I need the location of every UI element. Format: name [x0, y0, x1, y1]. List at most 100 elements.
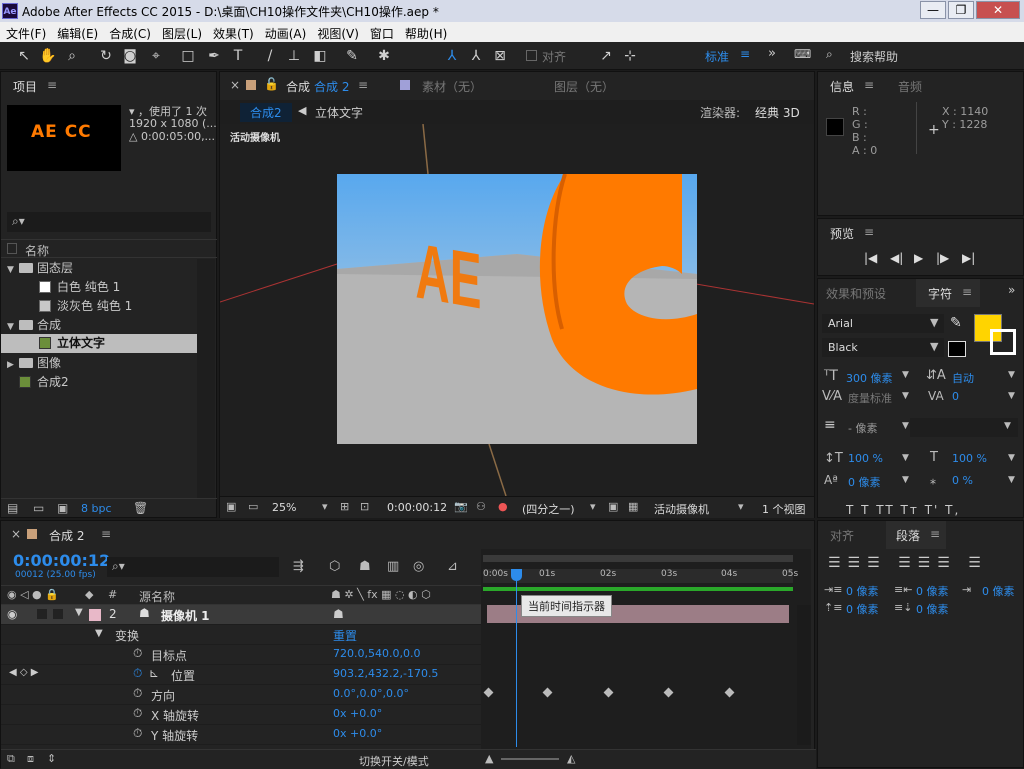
pen-tool-icon[interactable]: ✒ [204, 46, 224, 66]
property-value[interactable]: 0.0°,0.0°,0.0° [333, 687, 409, 700]
reset-link[interactable]: 重置 [333, 627, 357, 644]
current-time[interactable]: 0:00:00:12 [387, 501, 447, 514]
lock-switch[interactable] [53, 609, 63, 619]
work-area-bar[interactable] [483, 555, 793, 562]
audio-tab[interactable]: 音频 [898, 78, 922, 95]
project-item-white-solid[interactable]: 白色 纯色 1 [1, 278, 197, 297]
time-ruler[interactable]: 0:00s 01s 02s 03s 04s 05s [483, 569, 798, 583]
leading-value[interactable]: 自动 [952, 370, 974, 386]
left-indent-value[interactable]: 0 像素 [846, 583, 879, 599]
roto-brush-tool-icon[interactable]: ✎ [342, 46, 362, 66]
interpret-footage-icon[interactable]: ▤ [7, 501, 18, 515]
vertical-scale-value[interactable]: 100 % [848, 452, 883, 465]
paragraph-tab[interactable]: 段落 [896, 527, 920, 544]
puppet-tool-icon[interactable]: ✱ [374, 46, 394, 66]
resolution-dropdown-icon[interactable]: ▾ [590, 500, 596, 513]
graph-toggle-icon[interactable]: ⊾ [149, 666, 159, 680]
in-out-icon[interactable]: ⇕ [47, 752, 56, 765]
property-value[interactable]: 0x +0.0° [333, 707, 382, 720]
modes-icon[interactable]: ⧈ [27, 752, 34, 766]
monitor-icon[interactable]: ▭ [248, 500, 258, 513]
shy-switch-icon[interactable]: ☗ [333, 607, 344, 621]
layer-name[interactable]: 摄像机 1 [161, 607, 210, 624]
keyframe-diamond[interactable] [483, 687, 494, 698]
hand-tool-icon[interactable]: ✋ [38, 46, 58, 66]
timeline-tab[interactable]: 合成 2 [49, 527, 84, 544]
zoom-dropdown-icon[interactable]: ▾ [322, 500, 328, 513]
menu-window[interactable]: 窗口 [364, 22, 399, 42]
paragraph-menu-icon[interactable]: ≡ [930, 527, 940, 541]
next-frame-icon[interactable]: |▶ [936, 251, 949, 265]
pan-behind-tool-icon[interactable]: ⌖ [146, 46, 166, 66]
project-menu-icon[interactable]: ≡ [47, 78, 57, 92]
camera-tool-icon[interactable]: ◙ [120, 46, 140, 66]
kerning-value[interactable]: 度量标准 [848, 390, 892, 406]
project-item-comps-folder[interactable]: ▼ 合成 [1, 316, 197, 335]
comp-mini-flowchart-icon[interactable]: ⇶ [293, 559, 304, 574]
tracking-value[interactable]: 0 [952, 390, 959, 403]
first-line-indent-value[interactable]: 0 像素 [982, 583, 1015, 599]
close-tab-icon[interactable]: × [230, 78, 240, 92]
align-tab[interactable]: 对齐 [830, 527, 854, 544]
project-search-input[interactable]: ⌕▾ [7, 212, 211, 232]
menu-effect[interactable]: 效果(T) [207, 22, 259, 42]
layer-label-swatch[interactable] [89, 609, 101, 621]
property-value[interactable]: 0x +0.0° [333, 727, 382, 740]
brush-tool-icon[interactable]: / [260, 46, 280, 66]
dropdown-icon[interactable]: ▼ [1008, 453, 1015, 463]
menu-composition[interactable]: 合成(C) [103, 22, 156, 42]
keyframe-navigator-icons[interactable]: ◀ ◇ ▶ [9, 667, 38, 678]
property-value[interactable]: 720.0,540.0,0.0 [333, 647, 420, 660]
snapshot-icon[interactable]: 📷 [454, 500, 468, 513]
font-style-dropdown[interactable]: Black ▼ [822, 338, 944, 357]
stroke-style-dropdown[interactable]: ▼ [910, 418, 1018, 437]
selection-tool-icon[interactable]: ↖ [14, 46, 34, 66]
menu-file[interactable]: 文件(F) [0, 22, 51, 42]
workspace-label[interactable]: 标准 [705, 48, 729, 65]
region-of-interest-icon[interactable]: ▣ [608, 500, 618, 513]
first-frame-icon[interactable]: |◀ [864, 251, 877, 265]
space-after-value[interactable]: 0 像素 [916, 601, 949, 617]
text-tool-icon[interactable]: T [228, 46, 248, 66]
footage-tab[interactable]: 素材（无） [422, 78, 482, 95]
lock-icon[interactable]: 🔓 [264, 77, 279, 91]
stopwatch-icon[interactable]: ⏱ [133, 726, 142, 741]
dropdown-icon[interactable]: ▼ [1008, 391, 1015, 401]
layer-switches-icon[interactable]: ⧉ [7, 752, 15, 766]
preview-tab[interactable]: 预览 [830, 225, 854, 242]
property-row-x-rotation[interactable]: ⏱ X 轴旋转 0x +0.0° [1, 705, 481, 725]
font-family-dropdown[interactable]: Arial ▼ [822, 314, 944, 333]
project-scrollbar[interactable] [197, 259, 215, 499]
name-column-header[interactable]: 名称 [25, 242, 49, 259]
motion-blur-icon[interactable]: ◎ [413, 559, 424, 574]
align-checkbox[interactable] [526, 50, 537, 61]
workspace-menu-icon[interactable]: ≡ [740, 47, 750, 61]
minimize-button[interactable]: — [920, 1, 946, 19]
zoom-in-icon[interactable]: ◭ [567, 752, 575, 765]
property-row-position[interactable]: ◀ ◇ ▶ ⏱ ⊾ 位置 903.2,432.2,-170.5 [1, 665, 481, 685]
eraser-tool-icon[interactable]: ◧ [310, 46, 330, 66]
transparency-grid-icon[interactable]: ▦ [628, 500, 638, 513]
keyframe-diamond[interactable] [603, 687, 614, 698]
close-button[interactable]: ✕ [976, 1, 1020, 19]
dropdown-icon[interactable]: ▼ [902, 475, 909, 485]
transform-expand-arrow-icon[interactable]: ▼ [95, 628, 103, 639]
view-axis-icon[interactable]: ⊠ [490, 46, 510, 66]
comp-tab-prefix[interactable]: 合成 [286, 78, 310, 95]
dropdown-icon[interactable]: ▼ [902, 421, 909, 431]
comp-tab-name[interactable]: 合成 2 [314, 78, 349, 95]
new-folder-icon[interactable]: ▭ [33, 501, 44, 515]
mask-visibility-icon[interactable]: ⊡ [360, 500, 369, 513]
info-tab[interactable]: 信息 [830, 78, 854, 95]
property-value[interactable]: 903.2,432.2,-170.5 [333, 667, 438, 680]
prev-frame-icon[interactable]: ◀| [890, 251, 903, 265]
right-indent-value[interactable]: 0 像素 [916, 583, 949, 599]
dropdown-icon[interactable]: ▼ [902, 453, 909, 463]
zoom-tool-icon[interactable]: ⌕ [62, 46, 82, 66]
timeline-menu-icon[interactable]: ≡ [101, 527, 111, 541]
dropdown-icon[interactable]: ▼ [902, 391, 909, 401]
property-row-y-rotation[interactable]: ⏱ Y 轴旋转 0x +0.0° [1, 725, 481, 745]
renderer-value[interactable]: 经典 3D [755, 104, 800, 121]
search-help-input[interactable]: 搜索帮助 [850, 48, 898, 65]
baseline-shift-value[interactable]: 0 像素 [848, 474, 881, 490]
